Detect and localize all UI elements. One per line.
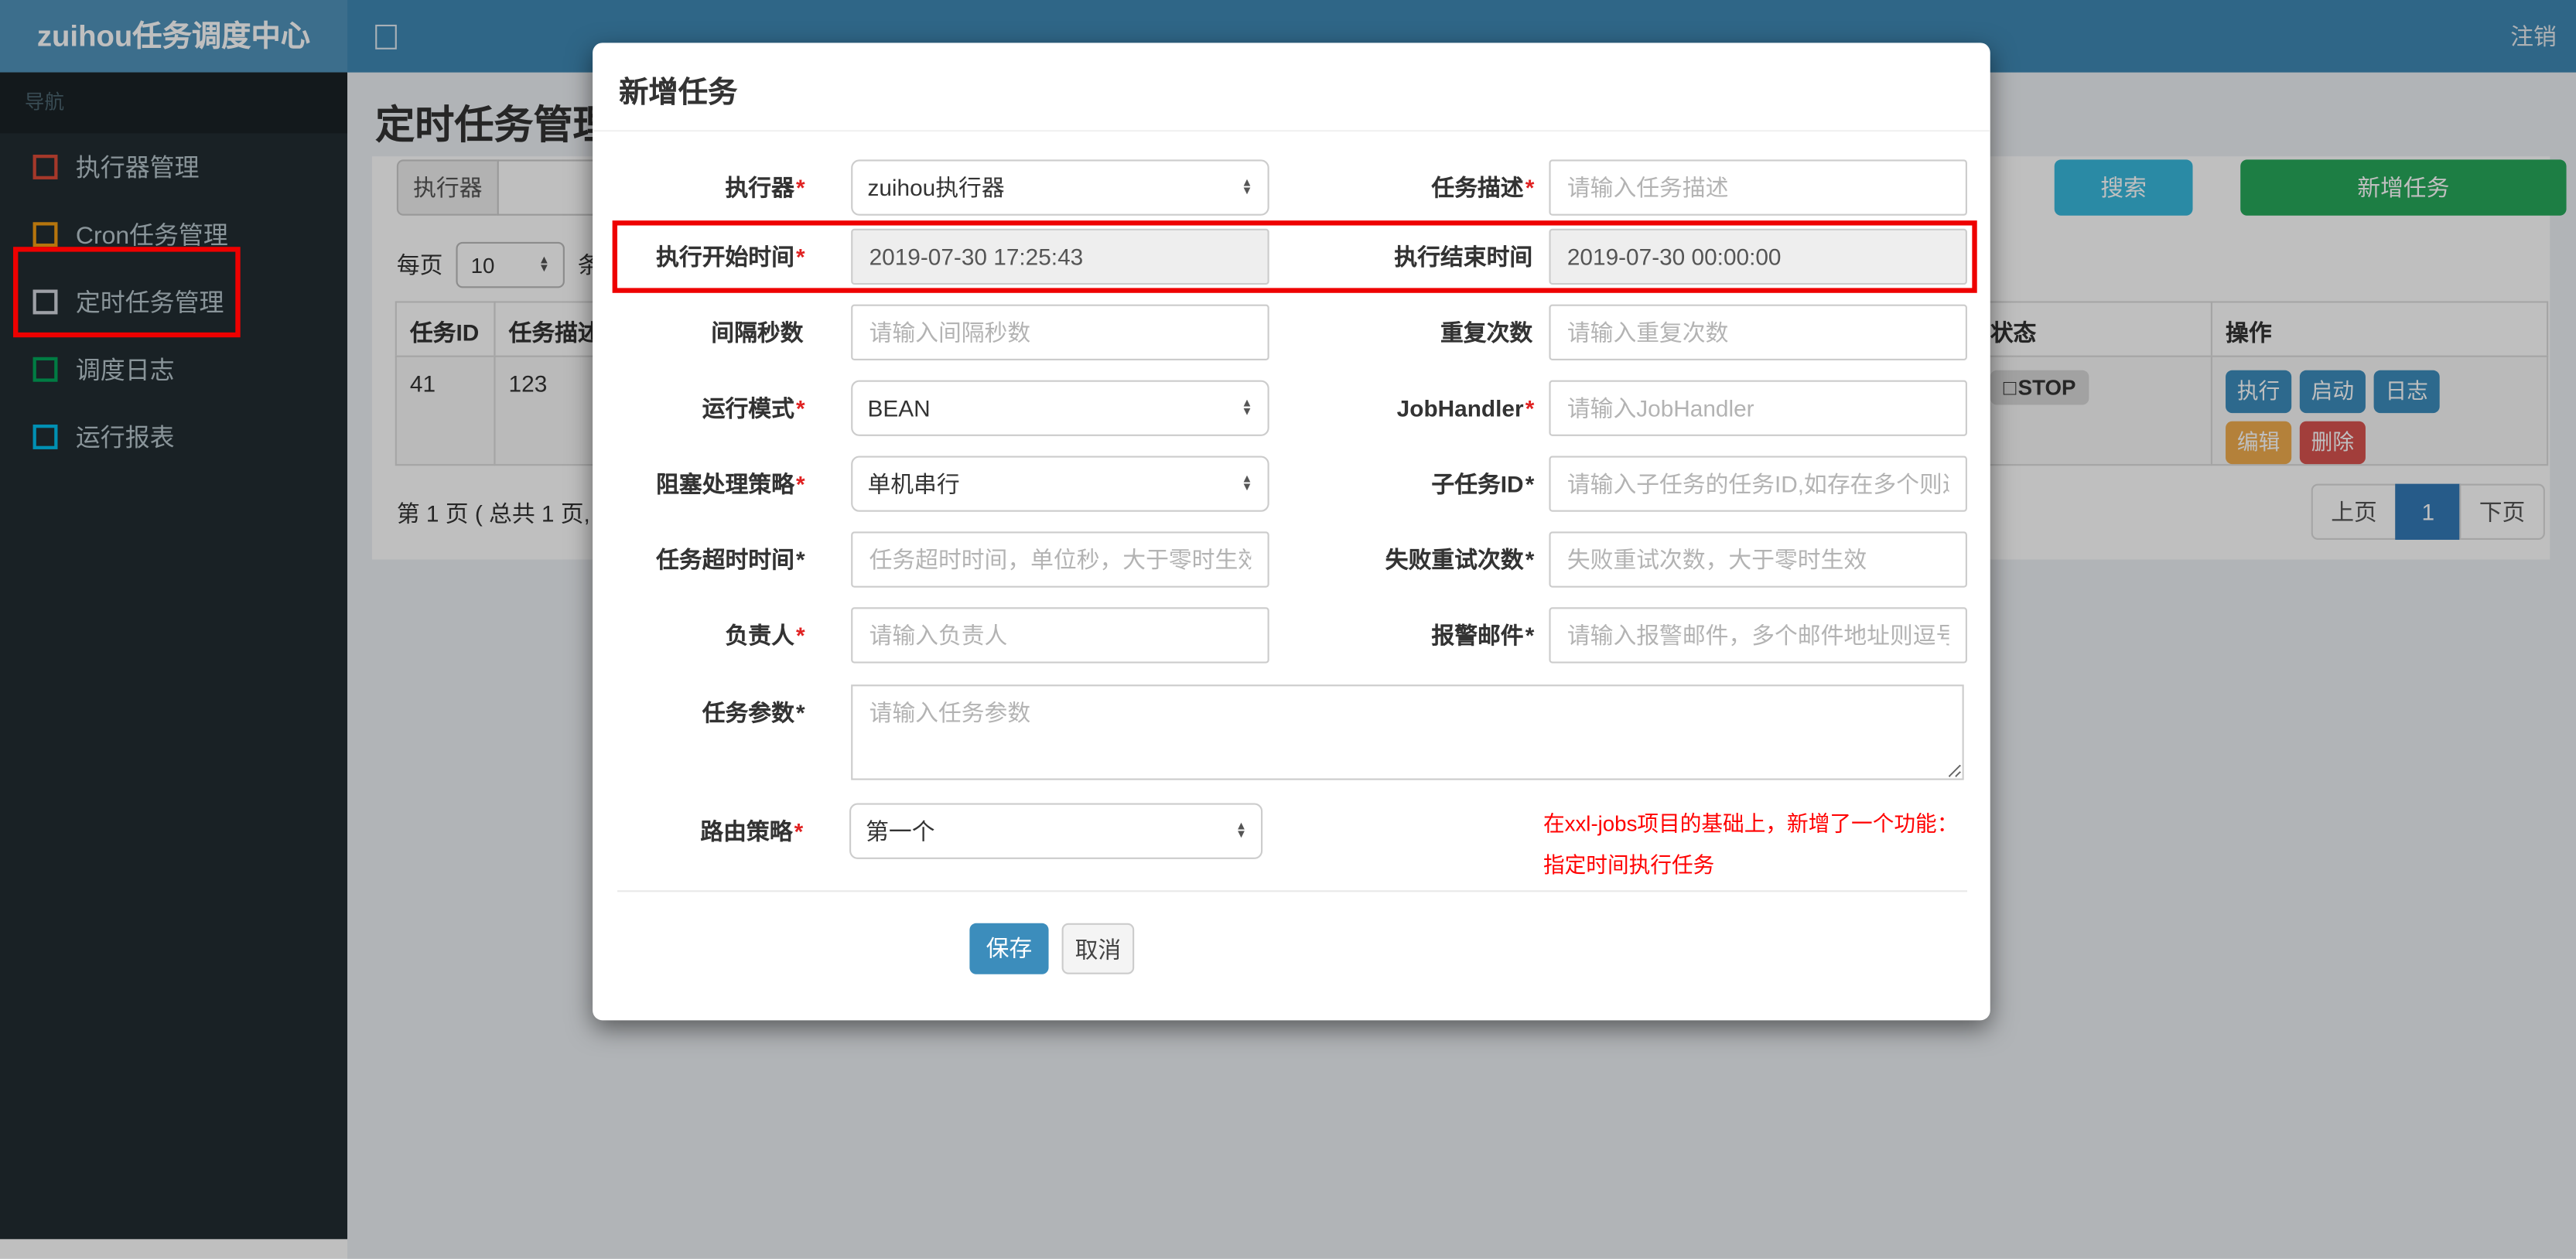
run-mode-select[interactable]: BEAN xyxy=(851,380,1269,436)
fail-retry-input[interactable] xyxy=(1549,531,1967,588)
repeat-count-label: 重复次数 xyxy=(1440,319,1533,346)
required-star: * xyxy=(795,174,805,201)
select-arrows-icon xyxy=(1235,823,1247,839)
owner-input[interactable] xyxy=(851,607,1269,664)
interval-input[interactable] xyxy=(851,304,1269,361)
timeout-label: 任务超时时间 * xyxy=(656,546,805,573)
modal-title: 新增任务 xyxy=(619,75,738,109)
form-row: 负责人* 报警邮件* xyxy=(617,607,1967,664)
executor-label: 执行器 * xyxy=(725,174,805,201)
form-row: 间隔秒数 重复次数 xyxy=(617,304,1967,361)
modal-header-divider xyxy=(593,130,1990,132)
required-star: * xyxy=(795,699,805,726)
job-param-label: 任务参数 * xyxy=(702,699,805,726)
annotation-box-datetime-row xyxy=(612,220,1977,293)
timeout-input[interactable] xyxy=(851,531,1269,588)
block-strategy-label: 阻塞处理策略 * xyxy=(656,470,805,497)
required-star: * xyxy=(1525,174,1535,201)
save-button[interactable]: 保存 xyxy=(969,923,1049,974)
route-strategy-label: 路由策略 * xyxy=(700,817,804,844)
form-row: 阻塞处理策略* 单机串行 子任务ID* xyxy=(617,455,1967,512)
required-star: * xyxy=(795,394,805,421)
app-root: 注销 zuihou任务调度中心 导航 执行器管理 Cron任务管理 定时任务管理… xyxy=(0,0,2576,1259)
child-job-id-label: 子任务ID * xyxy=(1431,470,1535,497)
form-row: 运行模式* BEAN JobHandler* xyxy=(617,380,1967,436)
required-star: * xyxy=(795,546,805,573)
alarm-email-label: 报警邮件 * xyxy=(1431,622,1535,649)
job-desc-label: 任务描述 * xyxy=(1431,174,1535,201)
form-row: 执行器* zuihou执行器 任务描述* xyxy=(617,159,1967,216)
run-mode-label: 运行模式 * xyxy=(702,394,805,421)
block-strategy-select[interactable]: 单机串行 xyxy=(851,455,1269,512)
select-arrows-icon xyxy=(1242,179,1253,196)
select-arrows-icon xyxy=(1242,400,1253,416)
feature-note-line1: 在xxl-jobs项目的基础上，新增了一个功能： xyxy=(1543,811,1959,837)
required-star: * xyxy=(795,622,805,649)
form-row: 任务超时时间* 失败重试次数* xyxy=(617,531,1967,588)
repeat-count-input[interactable] xyxy=(1549,304,1967,361)
modal-footer-divider xyxy=(617,890,1967,892)
form-row: 路由策略* 第一个 在xxl-jobs项目的基础上，新增了一个功能： 指定时间执… xyxy=(617,803,1967,877)
child-job-id-input[interactable] xyxy=(1549,455,1967,512)
select-arrows-icon xyxy=(1242,476,1253,492)
feature-note: 在xxl-jobs项目的基础上，新增了一个功能： 指定时间执行任务 xyxy=(1543,803,1967,877)
alarm-email-input[interactable] xyxy=(1549,607,1967,664)
annotation-box-sidebar xyxy=(13,247,241,338)
feature-note-line2: 指定时间执行任务 xyxy=(1543,852,1715,878)
add-task-modal: 新增任务 执行器* zuihou执行器 任务描述* 执行开始时间* 执行结束时间… xyxy=(593,43,1990,1021)
job-param-textarea[interactable] xyxy=(851,684,1964,780)
required-star: * xyxy=(1525,622,1535,649)
required-star: * xyxy=(794,817,804,844)
fail-retry-label: 失败重试次数 * xyxy=(1385,546,1535,573)
executor-select[interactable]: zuihou执行器 xyxy=(851,159,1269,216)
required-star: * xyxy=(1525,394,1535,421)
form-row: 任务参数 * xyxy=(617,684,1967,780)
job-desc-input[interactable] xyxy=(1549,159,1967,216)
owner-label: 负责人 * xyxy=(725,622,805,649)
required-star: * xyxy=(795,470,805,497)
jobhandler-input[interactable] xyxy=(1549,380,1967,436)
required-star: * xyxy=(1525,546,1535,573)
cancel-button[interactable]: 取消 xyxy=(1061,923,1135,974)
route-strategy-select[interactable]: 第一个 xyxy=(849,803,1264,859)
jobhandler-label: JobHandler * xyxy=(1396,394,1535,421)
required-star: * xyxy=(1525,470,1535,497)
interval-label: 间隔秒数 xyxy=(711,319,804,346)
